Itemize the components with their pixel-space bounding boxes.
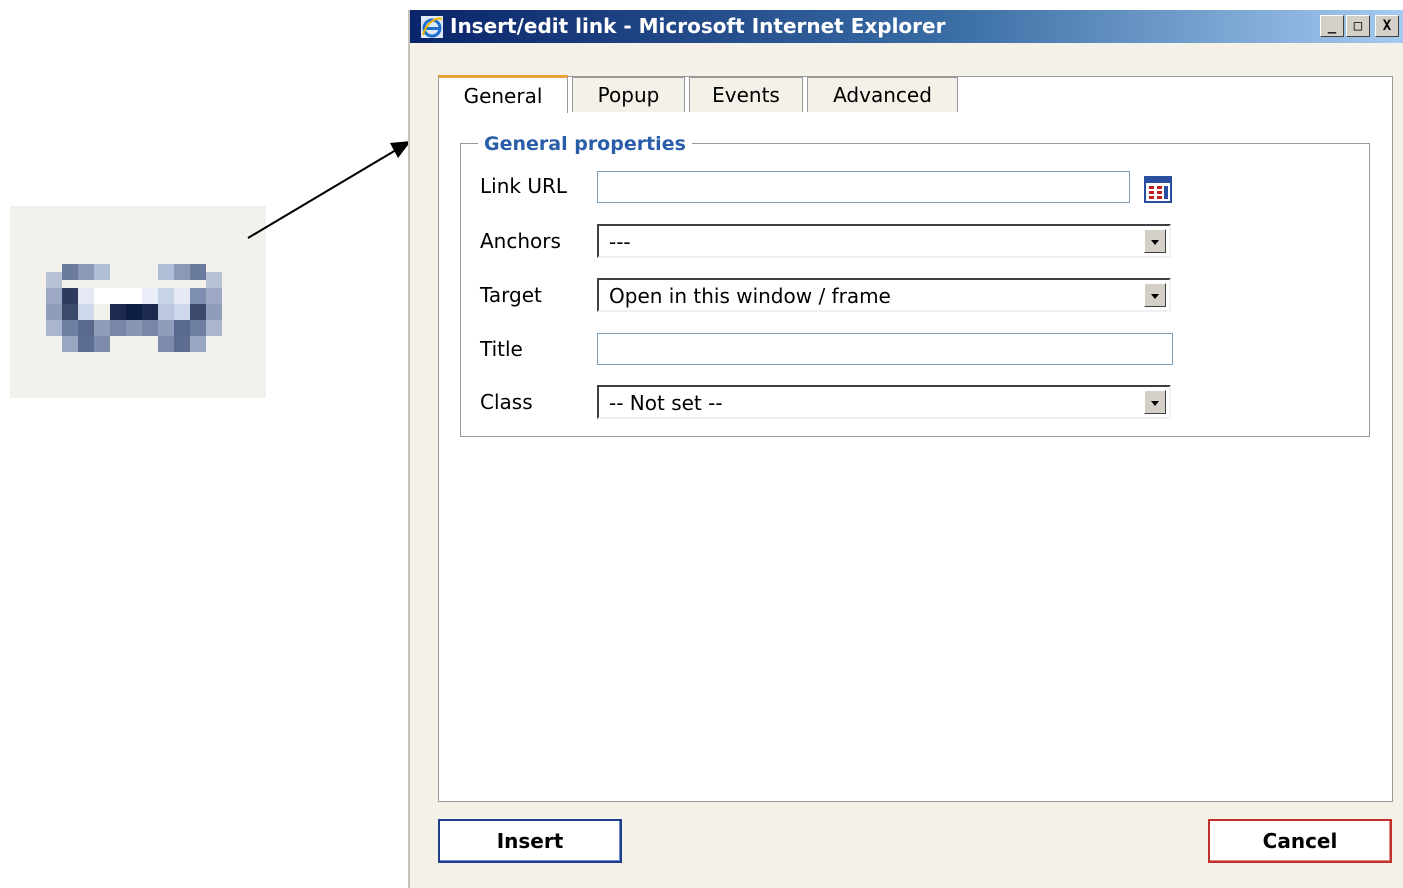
anchors-selected-value: ---	[609, 230, 631, 254]
tab-popup[interactable]: Popup	[572, 77, 685, 112]
window-title: Insert/edit link - Microsoft Internet Ex…	[450, 14, 946, 38]
close-button[interactable]: X	[1375, 15, 1399, 37]
target-select[interactable]: Open in this window / frame	[597, 278, 1171, 312]
target-label: Target	[480, 283, 542, 307]
class-select[interactable]: -- Not set --	[597, 385, 1171, 419]
title-input[interactable]	[597, 333, 1173, 365]
dialog-window: Insert/edit link - Microsoft Internet Ex…	[408, 10, 1403, 888]
internet-explorer-icon	[421, 16, 443, 38]
tab-advanced[interactable]: Advanced	[807, 77, 958, 112]
tab-events[interactable]: Events	[689, 77, 803, 112]
link-url-input[interactable]	[597, 171, 1130, 203]
class-label: Class	[480, 390, 533, 414]
fieldset-legend: General properties	[478, 133, 692, 155]
link-url-label: Link URL	[480, 174, 567, 198]
window-titlebar[interactable]: Insert/edit link - Microsoft Internet Ex…	[410, 10, 1403, 43]
tab-general[interactable]: General	[438, 75, 568, 113]
cropped-heading-text	[0, 0, 260, 30]
title-label: Title	[480, 337, 523, 361]
insert-button[interactable]: Insert	[438, 819, 622, 863]
chevron-down-icon[interactable]	[1144, 229, 1166, 253]
link-icon-preview	[10, 206, 266, 398]
anchors-select[interactable]: ---	[597, 224, 1171, 258]
class-selected-value: -- Not set --	[609, 391, 723, 415]
link-icon	[46, 264, 222, 352]
minimize-button[interactable]: _	[1320, 15, 1344, 37]
anchors-label: Anchors	[480, 229, 561, 253]
target-selected-value: Open in this window / frame	[609, 284, 891, 308]
maximize-button[interactable]: □	[1346, 15, 1370, 37]
chevron-down-icon[interactable]	[1144, 390, 1166, 414]
chevron-down-icon[interactable]	[1144, 283, 1166, 307]
cancel-button[interactable]: Cancel	[1208, 819, 1392, 863]
browse-icon[interactable]	[1140, 173, 1176, 207]
